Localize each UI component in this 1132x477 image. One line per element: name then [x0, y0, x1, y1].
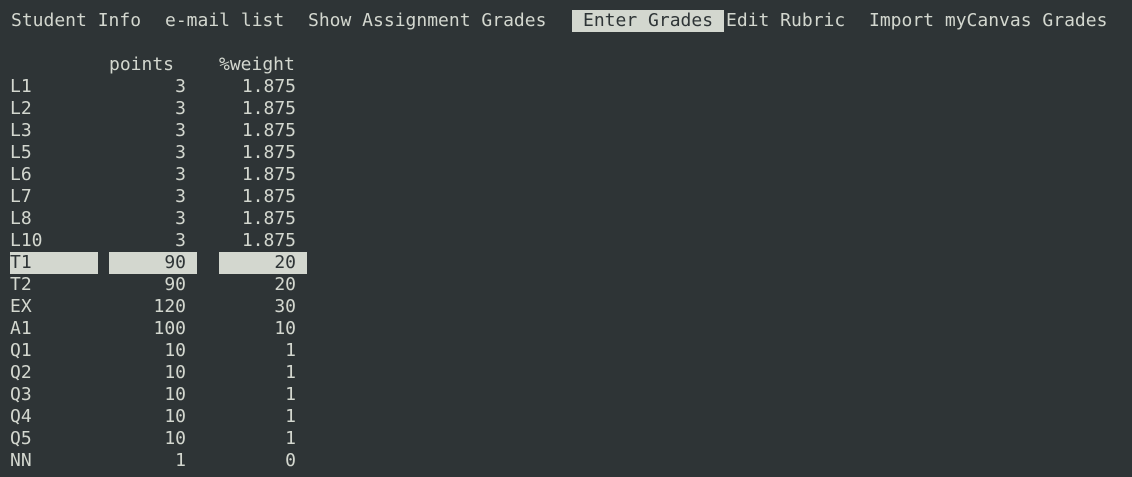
- table-row[interactable]: L3 3 1.875: [0, 120, 320, 142]
- row-name: Q5: [10, 428, 32, 449]
- row-points[interactable]: 3: [109, 208, 186, 230]
- row-weight[interactable]: 1.875: [219, 186, 296, 208]
- column-header-points: points: [109, 54, 175, 75]
- row-weight[interactable]: 1.875: [219, 76, 296, 98]
- row-name: L1: [10, 76, 32, 97]
- table-row[interactable]: T2 90 20: [0, 274, 320, 296]
- row-points[interactable]: 3: [109, 164, 186, 186]
- table-row[interactable]: L1 3 1.875: [0, 76, 320, 98]
- row-weight[interactable]: 1: [219, 406, 296, 428]
- table-row[interactable]: L8 3 1.875: [0, 208, 320, 230]
- table-row[interactable]: Q4 10 1: [0, 406, 320, 428]
- row-points[interactable]: 3: [109, 142, 186, 164]
- row-name: L6: [10, 164, 32, 185]
- menu-show-assignment-grades[interactable]: Show Assignment Grades: [308, 10, 546, 32]
- row-weight[interactable]: 1.875: [219, 164, 296, 186]
- row-weight[interactable]: 1: [219, 362, 296, 384]
- row-name: L10: [10, 230, 43, 251]
- row-weight[interactable]: 20: [219, 274, 296, 296]
- row-name: Q1: [10, 340, 32, 361]
- row-name: L2: [10, 98, 32, 119]
- row-weight[interactable]: 1.875: [219, 208, 296, 230]
- row-points[interactable]: 10: [109, 384, 186, 406]
- table-row[interactable]: L7 3 1.875: [0, 186, 320, 208]
- table-row[interactable]: NN 1 0: [0, 450, 320, 472]
- row-name: Q4: [10, 406, 32, 427]
- row-points[interactable]: 3: [109, 186, 186, 208]
- row-name: Q3: [10, 384, 32, 405]
- row-name: A1: [10, 318, 32, 339]
- row-points[interactable]: 3: [109, 230, 186, 252]
- row-weight[interactable]: 1: [219, 384, 296, 406]
- row-points[interactable]: 3: [109, 76, 186, 98]
- row-points[interactable]: 10: [109, 362, 186, 384]
- row-weight[interactable]: 1.875: [219, 230, 296, 252]
- row-points[interactable]: 10: [109, 406, 186, 428]
- row-points[interactable]: 3: [109, 120, 186, 142]
- menu-import-mycanvas-grades[interactable]: Import myCanvas Grades: [869, 10, 1107, 32]
- menu-email-list[interactable]: e-mail list: [165, 10, 284, 32]
- row-weight[interactable]: 30: [219, 296, 296, 318]
- row-weight[interactable]: 0: [219, 450, 296, 472]
- menu-student-info[interactable]: Student Info: [11, 10, 141, 32]
- row-weight[interactable]: 1.875: [219, 98, 296, 120]
- table-row[interactable]: Q3 10 1: [0, 384, 320, 406]
- table-row[interactable]: L10 3 1.875: [0, 230, 320, 252]
- row-weight[interactable]: 1: [219, 428, 296, 450]
- rubric-table: L1 3 1.875 L2 3 1.875 L3 3 1.875 L5 3 1.875 L6 3 1…: [0, 76, 320, 472]
- row-name: EX: [10, 296, 32, 317]
- row-points[interactable]: 10: [109, 428, 186, 450]
- table-row[interactable]: Q2 10 1: [0, 362, 320, 384]
- row-points[interactable]: 90: [109, 252, 197, 274]
- row-points[interactable]: 10: [109, 340, 186, 362]
- row-points[interactable]: 3: [109, 98, 186, 120]
- row-name: L5: [10, 142, 32, 163]
- row-weight[interactable]: 10: [219, 318, 296, 340]
- table-row[interactable]: L5 3 1.875: [0, 142, 320, 164]
- row-points[interactable]: 90: [109, 274, 186, 296]
- menu-enter-grades[interactable]: Enter Grades: [572, 10, 725, 32]
- row-weight[interactable]: 1.875: [219, 120, 296, 142]
- row-weight[interactable]: 1.875: [219, 142, 296, 164]
- table-row[interactable]: L2 3 1.875: [0, 98, 320, 120]
- table-row-selected[interactable]: T1 90 20: [0, 252, 320, 274]
- table-row[interactable]: Q1 10 1: [0, 340, 320, 362]
- table-row[interactable]: L6 3 1.875: [0, 164, 320, 186]
- row-name: T2: [10, 274, 32, 295]
- row-name: T1: [10, 252, 98, 274]
- row-points[interactable]: 1: [109, 450, 186, 472]
- row-weight[interactable]: 20: [219, 252, 307, 274]
- row-weight[interactable]: 1: [219, 340, 296, 362]
- row-name: Q2: [10, 362, 32, 383]
- table-row[interactable]: A1 100 10: [0, 318, 320, 340]
- table-row[interactable]: Q5 10 1: [0, 428, 320, 450]
- table-row[interactable]: EX 120 30: [0, 296, 320, 318]
- row-name: L8: [10, 208, 32, 229]
- row-name: NN: [10, 450, 32, 471]
- row-points[interactable]: 100: [109, 318, 186, 340]
- menu-edit-rubric[interactable]: Edit Rubric: [726, 10, 845, 32]
- row-points[interactable]: 120: [109, 296, 186, 318]
- column-header-weight: %weight: [219, 54, 295, 75]
- row-name: L7: [10, 186, 32, 207]
- row-name: L3: [10, 120, 32, 141]
